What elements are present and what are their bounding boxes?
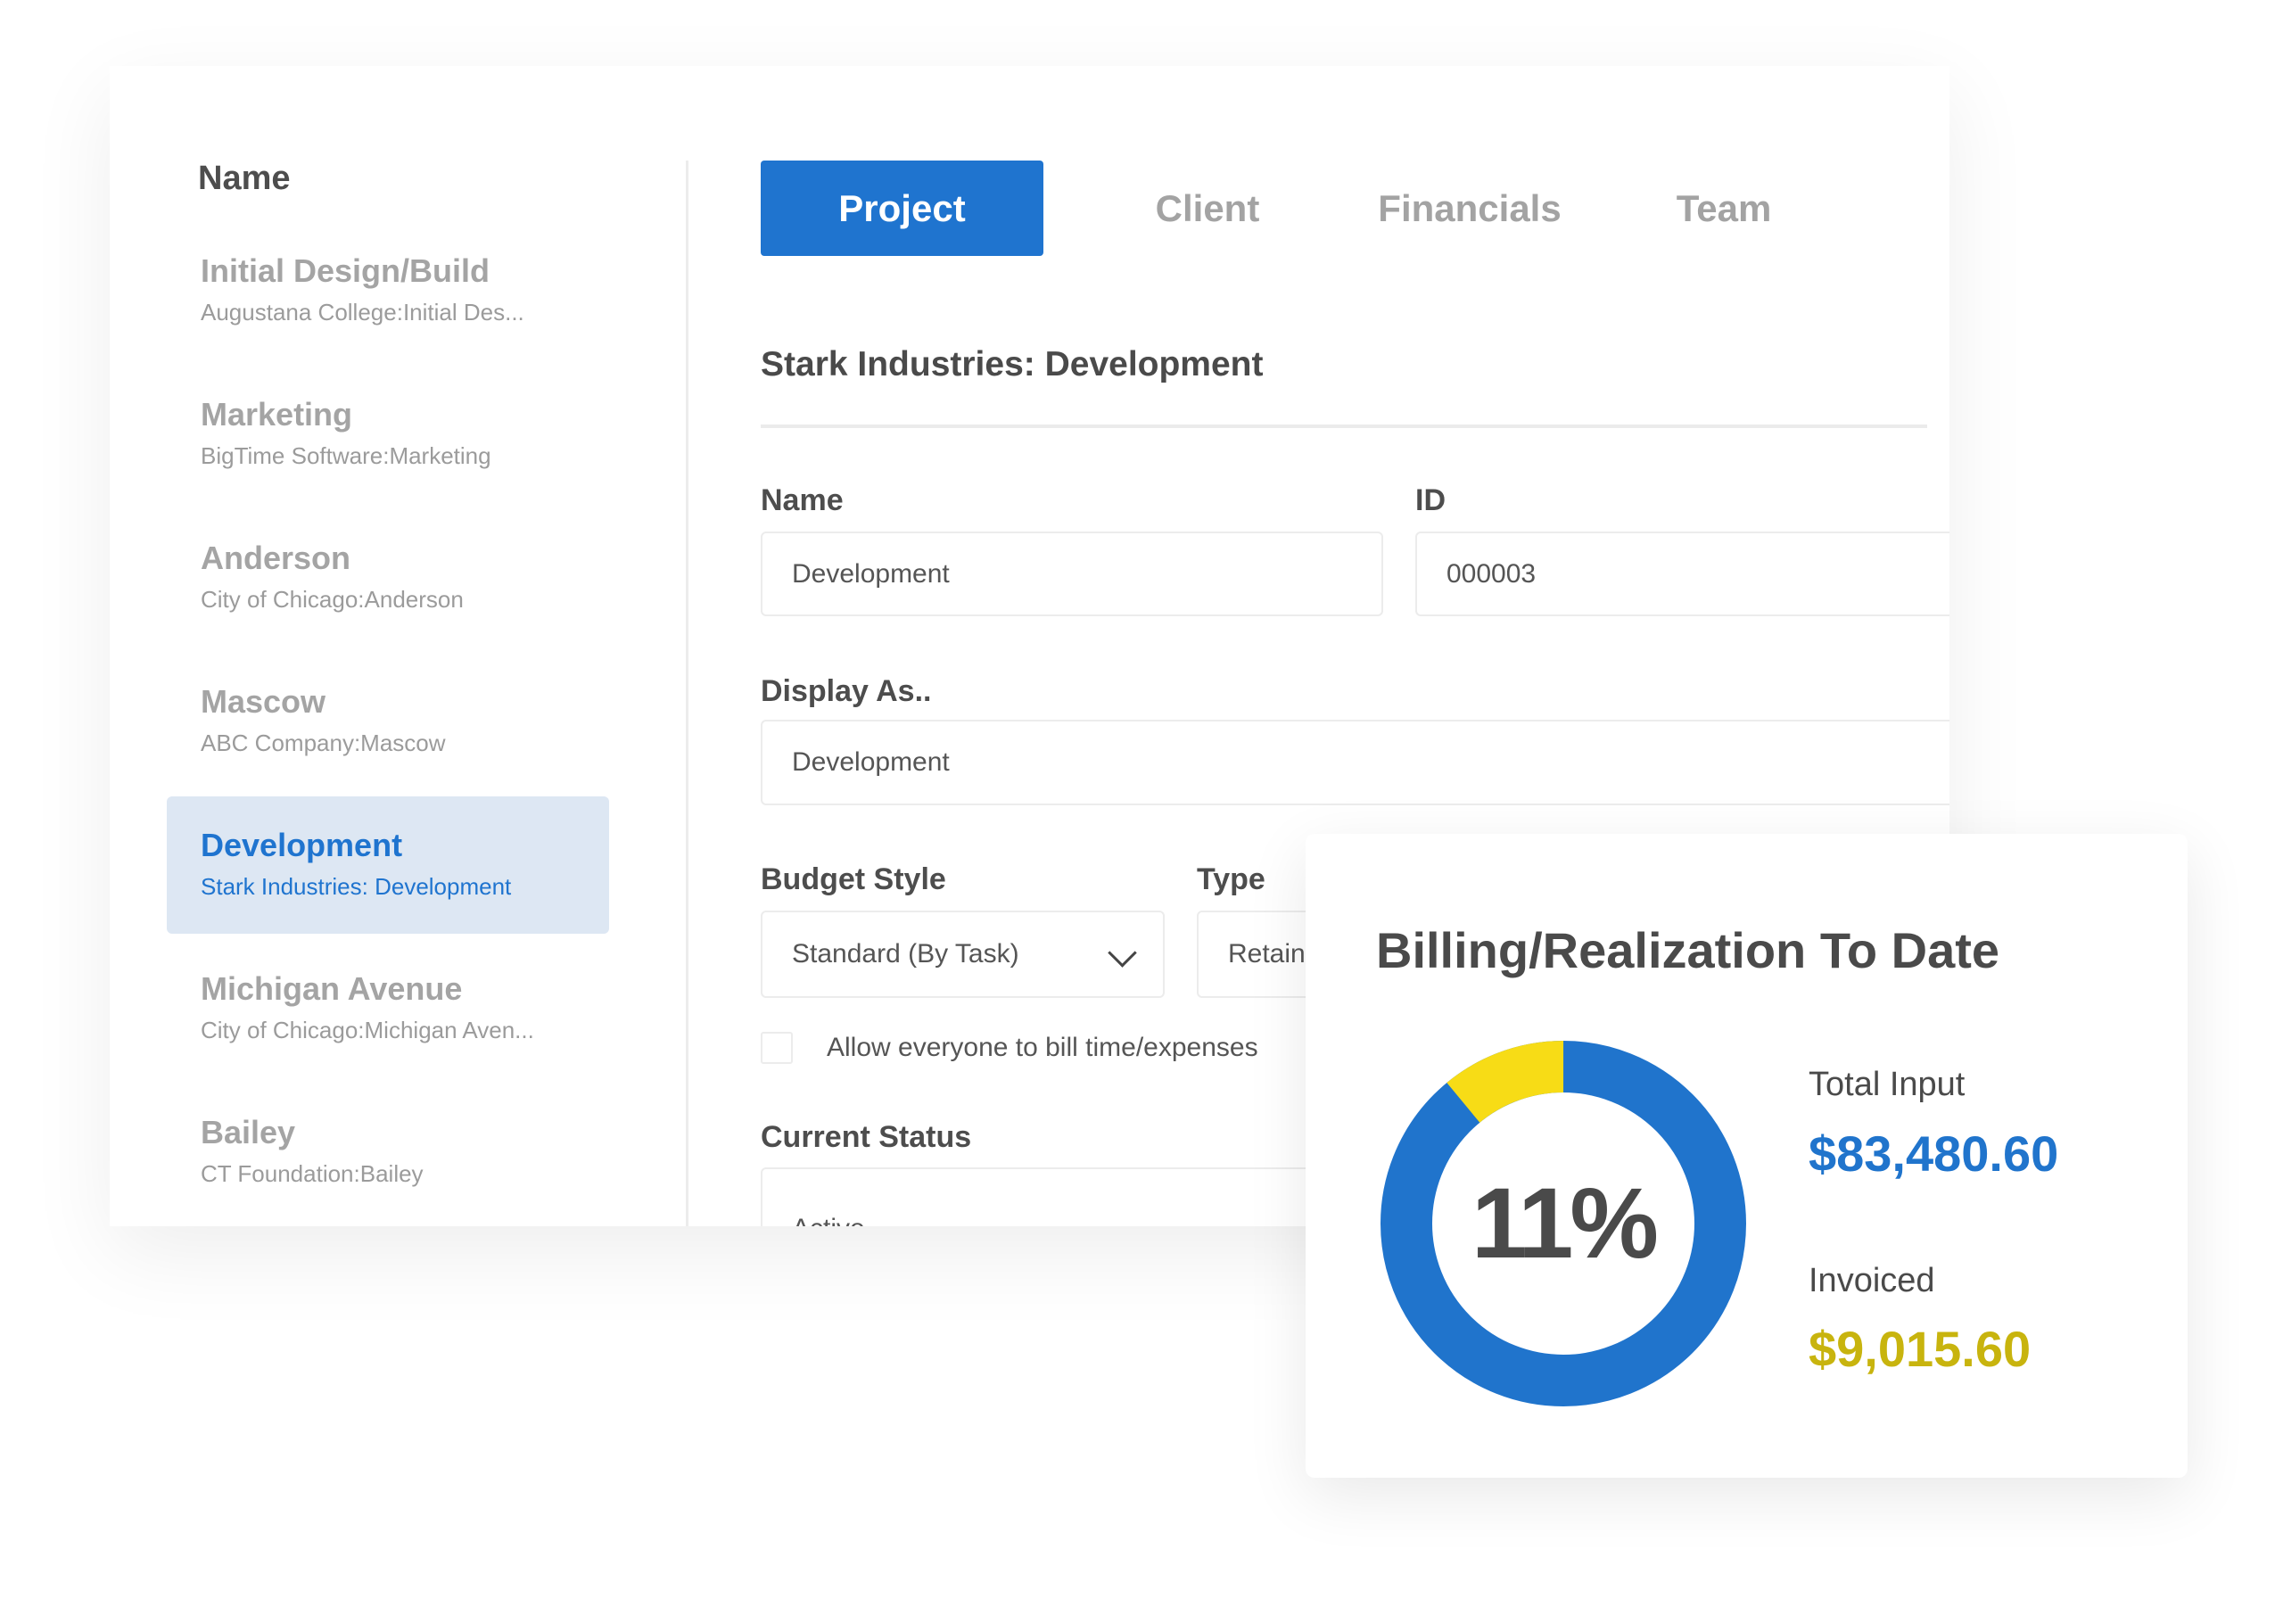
item-subtitle: City of Chicago:Michigan Aven...	[201, 1017, 534, 1043]
budget-style-label: Budget Style	[761, 862, 946, 896]
allow-billing-label: Allow everyone to bill time/expenses	[827, 1033, 1258, 1062]
project-heading: Stark Industries: Development	[761, 345, 1264, 383]
sidebar-item[interactable]: Bailey CT Foundation:Bailey	[167, 1084, 609, 1221]
display-as-label: Display As..	[761, 674, 932, 708]
sidebar-item[interactable]: Marketing BigTime Software:Marketing	[167, 366, 609, 503]
item-title: Bailey	[201, 1114, 296, 1150]
tab-project[interactable]: Project	[761, 161, 1043, 256]
sidebar-item[interactable]: Mascow ABC Company:Mascow	[167, 653, 609, 790]
item-title: Anderson	[201, 540, 351, 576]
billing-percent: 11%	[1471, 1167, 1659, 1279]
invoiced-label: Invoiced	[1809, 1262, 1935, 1299]
billing-card: Billing/Realization To Date 11% Total In…	[1306, 834, 2188, 1478]
item-subtitle: City of Chicago:Anderson	[201, 586, 464, 613]
chevron-down-icon	[1108, 938, 1137, 968]
id-label: ID	[1415, 483, 1446, 517]
billing-title: Billing/Realization To Date	[1376, 922, 2000, 978]
item-subtitle: Augustana College:Initial Des...	[201, 299, 524, 326]
name-label: Name	[761, 483, 844, 517]
item-subtitle: Stark Industries: Development	[201, 873, 512, 900]
total-input-label: Total Input	[1809, 1066, 1966, 1103]
item-title: Mascow	[201, 683, 326, 720]
invoiced-value: $9,015.60	[1809, 1321, 2032, 1377]
display-as-input[interactable]: Development	[761, 720, 1949, 805]
allow-billing-checkbox[interactable]	[761, 1032, 793, 1064]
item-title: Initial Design/Build	[201, 252, 490, 289]
type-label: Type	[1197, 862, 1265, 896]
item-title: Michigan Avenue	[201, 970, 463, 1007]
item-subtitle: BigTime Software:Marketing	[201, 442, 491, 469]
sidebar-heading: Name	[198, 160, 291, 197]
tab-financials[interactable]: Financials	[1363, 161, 1577, 256]
heading-divider	[761, 425, 1927, 428]
item-subtitle: CT Foundation:Bailey	[201, 1160, 424, 1187]
id-input[interactable]: 000003	[1415, 532, 1949, 616]
tab-team[interactable]: Team	[1644, 161, 1804, 256]
budget-style-select[interactable]: Standard (By Task)	[761, 911, 1165, 998]
current-status-label: Current Status	[761, 1120, 972, 1154]
total-input-value: $83,480.60	[1809, 1125, 2059, 1182]
item-subtitle: ABC Company:Mascow	[201, 730, 446, 756]
budget-style-value: Standard (By Task)	[792, 939, 1019, 969]
item-title: Marketing	[201, 396, 353, 433]
sidebar-item[interactable]: Anderson City of Chicago:Anderson	[167, 509, 609, 647]
name-input[interactable]: Development	[761, 532, 1383, 616]
sidebar-item[interactable]: Michigan Avenue City of Chicago:Michigan …	[167, 940, 609, 1077]
sidebar-item-selected[interactable]: Development Stark Industries: Development	[167, 796, 609, 934]
tab-client[interactable]: Client	[1127, 161, 1288, 256]
sidebar-divider	[686, 161, 688, 1226]
item-title: Development	[201, 827, 403, 863]
sidebar-item[interactable]: Initial Design/Build Augustana College:In…	[167, 222, 609, 359]
